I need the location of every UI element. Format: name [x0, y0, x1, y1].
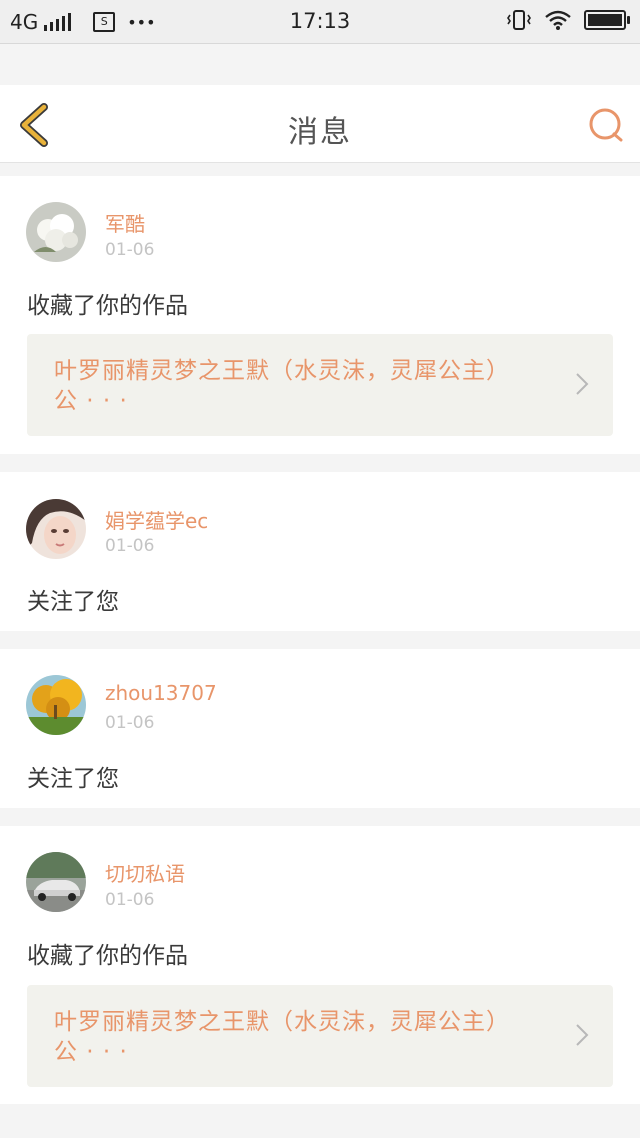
avatar[interactable]: [26, 852, 86, 912]
username[interactable]: 军酷: [105, 208, 145, 237]
message-card[interactable]: zhou13707 01-06 关注了您: [0, 649, 640, 808]
message-date: 01-06: [105, 240, 155, 260]
message-card[interactable]: 娟学蕴学ec 01-06 关注了您: [0, 472, 640, 631]
avatar[interactable]: [26, 202, 86, 262]
vibrate-icon: [507, 10, 531, 30]
chevron-right-icon: [576, 1024, 589, 1046]
battery-icon: [584, 10, 630, 30]
nav-header: 消息: [0, 85, 640, 163]
work-title: 叶罗丽精灵梦之王默（水灵沫，灵犀公主）公 · · ·: [54, 358, 499, 414]
username[interactable]: zhou13707: [105, 681, 217, 705]
username[interactable]: 切切私语: [105, 858, 185, 887]
work-link[interactable]: 叶罗丽精灵梦之王默（水灵沫，灵犀公主）公 · · ·: [27, 334, 613, 436]
status-right: [506, 9, 630, 31]
action-text: 收藏了你的作品: [27, 943, 188, 969]
message-card[interactable]: 军酷 01-06 收藏了你的作品 叶罗丽精灵梦之王默（水灵沫，灵犀公主）公 · …: [0, 176, 640, 454]
message-date: 01-06: [105, 536, 155, 556]
avatar[interactable]: [26, 499, 86, 559]
action-text: 收藏了你的作品: [27, 293, 188, 319]
status-bar: 4G S ••• 17:13: [0, 0, 640, 44]
message-card[interactable]: 切切私语 01-06 收藏了你的作品 叶罗丽精灵梦之王默（水灵沫，灵犀公主）公 …: [0, 826, 640, 1104]
message-date: 01-06: [105, 890, 155, 910]
username[interactable]: 娟学蕴学ec: [105, 505, 208, 534]
page-title: 消息: [288, 115, 352, 150]
chevron-right-icon: [576, 373, 589, 395]
avatar[interactable]: [26, 675, 86, 735]
work-title: 叶罗丽精灵梦之王默（水灵沫，灵犀公主）公 · · ·: [54, 1009, 499, 1065]
wifi-icon: [545, 10, 571, 30]
action-text: 关注了您: [27, 766, 119, 792]
work-link[interactable]: 叶罗丽精灵梦之王默（水灵沫，灵犀公主）公 · · ·: [27, 985, 613, 1087]
action-text: 关注了您: [27, 589, 119, 615]
search-icon[interactable]: [588, 107, 624, 143]
message-date: 01-06: [105, 713, 155, 733]
